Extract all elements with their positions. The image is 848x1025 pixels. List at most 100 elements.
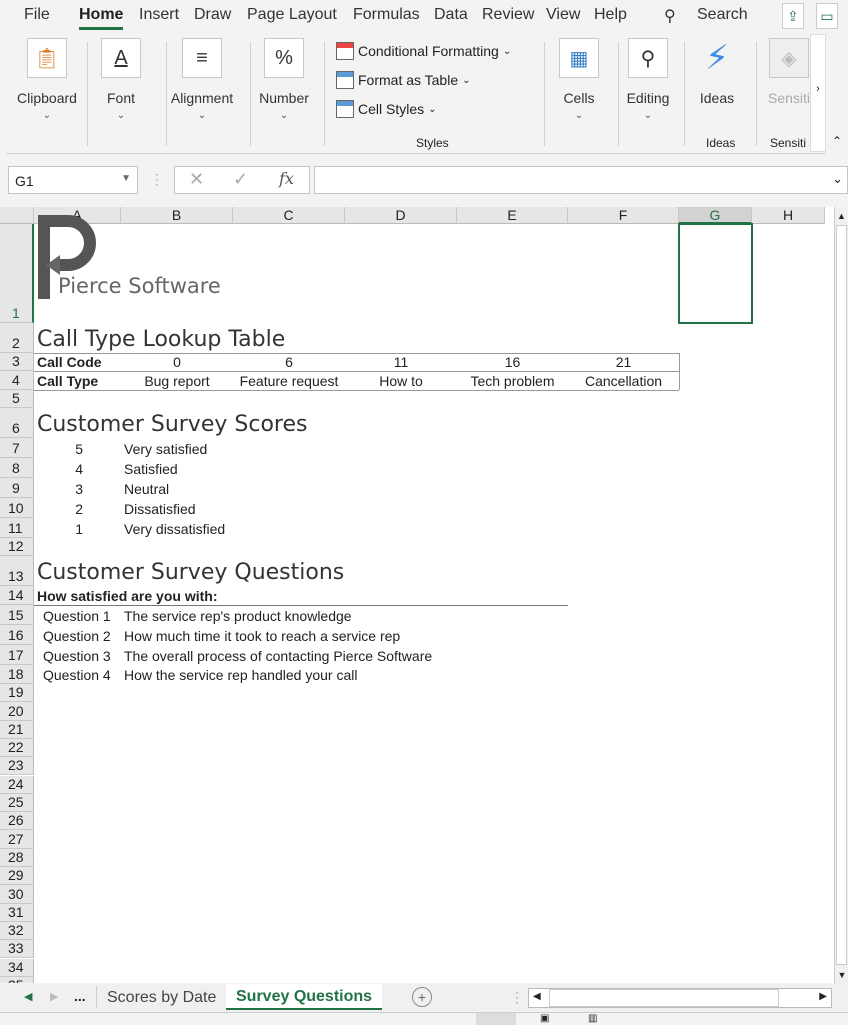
column-header-b[interactable]: B [121, 207, 233, 224]
row-header-11[interactable]: 11 [0, 518, 34, 538]
row-header-20[interactable]: 20 [0, 702, 34, 721]
formula-input[interactable]: ⌄ [314, 166, 848, 194]
enter-icon[interactable]: ✓ [233, 169, 248, 190]
select-all-button[interactable] [0, 207, 34, 224]
row-header-28[interactable]: 28 [0, 848, 34, 867]
tab-draw[interactable]: Draw [194, 6, 231, 24]
vertical-scrollbar[interactable]: ▲ ▼ [834, 207, 848, 984]
tab-page-layout[interactable]: Page Layout [247, 6, 337, 24]
normal-view-icon[interactable] [476, 1013, 516, 1025]
insert-function-button[interactable]: fx [279, 169, 294, 188]
more-sheets-button[interactable]: ... [74, 988, 86, 1004]
page-break-view-icon[interactable]: ▥ [588, 1013, 597, 1024]
row-header-1[interactable]: 1 [0, 224, 34, 323]
row-header-18[interactable]: 18 [0, 665, 34, 684]
scroll-down-icon[interactable]: ▼ [835, 970, 848, 980]
column-header-d[interactable]: D [345, 207, 457, 224]
tab-formulas[interactable]: Formulas [353, 6, 420, 24]
share-icon[interactable]: ⇪ [782, 3, 804, 29]
search-button[interactable]: Search [697, 6, 748, 24]
row-header-12[interactable]: 12 [0, 538, 34, 556]
tab-help[interactable]: Help [594, 6, 627, 24]
add-sheet-icon[interactable]: + [412, 987, 432, 1007]
search-icon[interactable]: ⚲ [664, 6, 676, 26]
collapse-ribbon-icon[interactable]: ⌃ [832, 134, 842, 148]
tab-insert[interactable]: Insert [139, 6, 179, 24]
row-header-35[interactable]: 35 [0, 976, 34, 983]
cells-group[interactable]: ▦ Cells ⌄ [554, 38, 604, 121]
row-header-3[interactable]: 3 [0, 353, 34, 371]
row-header-32[interactable]: 32 [0, 921, 34, 941]
comments-icon[interactable]: ▭ [816, 3, 838, 29]
sheet-tab-survey-questions[interactable]: Survey Questions [226, 984, 383, 1010]
scroll-up-icon[interactable]: ▲ [835, 211, 848, 221]
formula-bar: G1 ▼ ⋮ ✕ ✓ fx ⌄ [8, 166, 848, 196]
sensitivity-button[interactable]: ◈ Sensiti [764, 38, 814, 106]
column-header-g[interactable]: G [679, 207, 752, 224]
page-layout-view-icon[interactable]: ▣ [540, 1013, 549, 1024]
row-header-26[interactable]: 26 [0, 812, 34, 831]
row-header-9[interactable]: 9 [0, 478, 34, 498]
row-header-14[interactable]: 14 [0, 586, 34, 605]
row-header-27[interactable]: 27 [0, 830, 34, 849]
row-header-2[interactable]: 2 [0, 323, 34, 353]
cell-styles-button[interactable]: Cell Styles ⌄ [336, 100, 437, 118]
font-group[interactable]: A Font ⌄ [96, 38, 146, 121]
sheet-tab-scores-by-date[interactable]: Scores by Date [96, 986, 226, 1008]
row-header-19[interactable]: 19 [0, 684, 34, 703]
row-header-7[interactable]: 7 [0, 438, 34, 458]
ribbon-scroll-right-icon[interactable]: › [810, 34, 826, 152]
conditional-formatting-button[interactable]: Conditional Formatting ⌄ [336, 42, 511, 60]
column-header-c[interactable]: C [233, 207, 345, 224]
selected-cell-g1[interactable] [678, 223, 753, 324]
name-box[interactable]: G1 ▼ [8, 166, 138, 194]
cancel-icon[interactable]: ✕ [189, 169, 204, 190]
call-code-value: 0 [173, 354, 181, 370]
row-header-31[interactable]: 31 [0, 903, 34, 922]
scroll-right-icon[interactable]: ▶ [819, 991, 827, 1002]
alignment-group[interactable]: ≡ Alignment ⌄ [166, 38, 238, 121]
scrollbar-thumb[interactable] [549, 989, 779, 1007]
tab-home[interactable]: Home [79, 6, 124, 30]
scrollbar-thumb[interactable] [836, 225, 847, 965]
row-header-13[interactable]: 13 [0, 556, 34, 586]
editing-group[interactable]: ⚲ Editing ⌄ [620, 38, 676, 121]
format-as-table-button[interactable]: Format as Table ⌄ [336, 71, 471, 89]
column-header-f[interactable]: F [568, 207, 679, 224]
number-label: Number [259, 90, 309, 106]
row-header-24[interactable]: 24 [0, 775, 34, 794]
tab-file[interactable]: File [24, 6, 50, 24]
number-group[interactable]: % Number ⌄ [254, 38, 314, 121]
row-header-17[interactable]: 17 [0, 645, 34, 665]
sensitivity-group-label: Sensiti [770, 136, 807, 150]
tab-review[interactable]: Review [482, 6, 534, 24]
row-header-4[interactable]: 4 [0, 371, 34, 390]
tab-data[interactable]: Data [434, 6, 468, 24]
row-header-16[interactable]: 16 [0, 625, 34, 645]
next-sheet-icon[interactable]: ▶ [50, 990, 58, 1003]
row-header-23[interactable]: 23 [0, 757, 34, 776]
row-header-30[interactable]: 30 [0, 885, 34, 904]
row-header-34[interactable]: 34 [0, 958, 34, 977]
row-header-8[interactable]: 8 [0, 458, 34, 478]
column-header-h[interactable]: H [752, 207, 825, 224]
row-header-22[interactable]: 22 [0, 738, 34, 758]
row-header-21[interactable]: 21 [0, 720, 34, 739]
row-header-5[interactable]: 5 [0, 390, 34, 408]
prev-sheet-icon[interactable]: ◀ [24, 990, 32, 1003]
row-header-15[interactable]: 15 [0, 605, 34, 625]
label: Format as Table [358, 72, 459, 88]
scroll-left-icon[interactable]: ◀ [533, 991, 541, 1002]
row-header-25[interactable]: 25 [0, 793, 34, 813]
row-header-33[interactable]: 33 [0, 940, 34, 959]
row-header-29[interactable]: 29 [0, 867, 34, 886]
worksheet-grid[interactable]: A B C D E F G H 1 2 3 4 5 6 7 8 9 10 11 12 13 14 15 16 17 18 19 20 2… [0, 207, 834, 983]
clipboard-group[interactable]: 📋︎ Clipboard ⌄ [12, 38, 82, 121]
tab-view[interactable]: View [546, 6, 580, 24]
row-header-10[interactable]: 10 [0, 498, 34, 518]
expand-formula-bar-icon[interactable]: ⌄ [832, 171, 843, 187]
horizontal-scrollbar[interactable]: ◀ ▶ [528, 988, 832, 1008]
ideas-button[interactable]: ⚡︎ Ideas [692, 38, 742, 106]
row-header-6[interactable]: 6 [0, 408, 34, 438]
column-header-e[interactable]: E [457, 207, 568, 224]
